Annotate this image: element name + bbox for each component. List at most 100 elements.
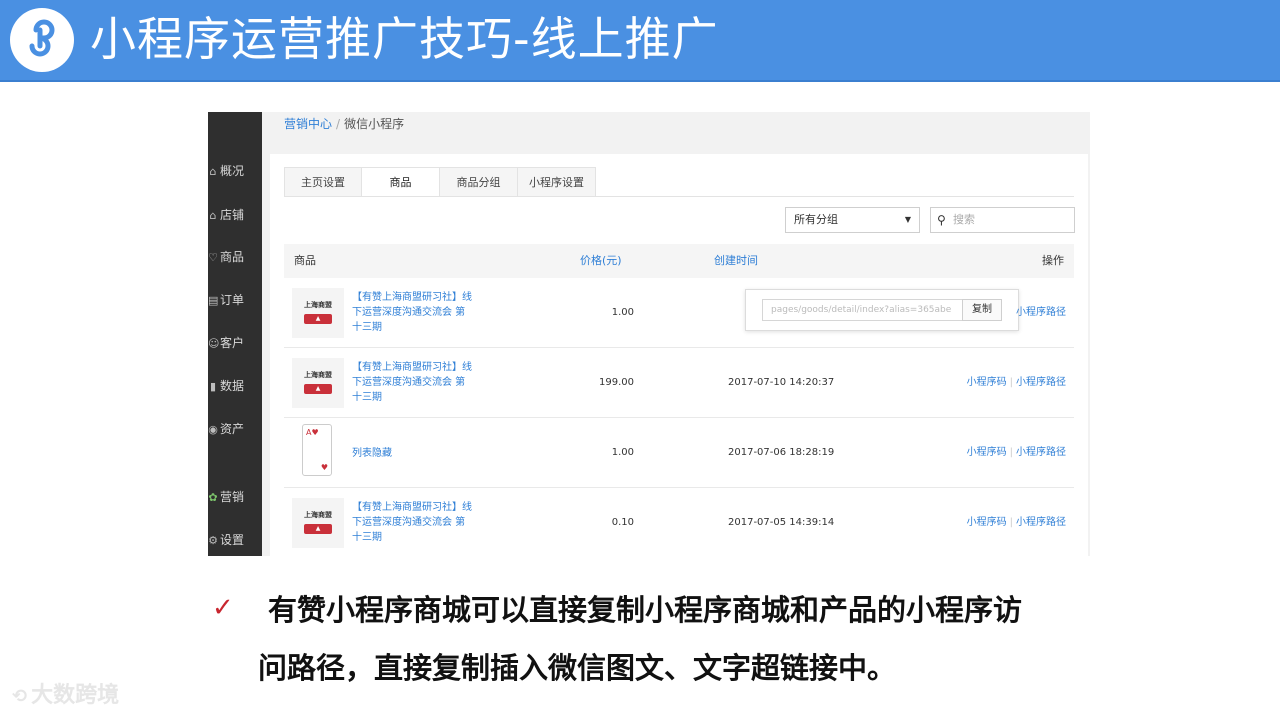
mini-program-path-field[interactable]: pages/goods/detail/index?alias=365abe xyxy=(762,299,964,321)
mini-program-path-link[interactable]: 小程序路径 xyxy=(1016,447,1066,458)
product-name-link[interactable]: 【有赞上海商盟研习社】线下运营深度沟通交流会 第十三期 xyxy=(352,360,472,405)
column-header-created-time[interactable]: 创建时间 xyxy=(714,244,758,278)
sidebar-item-customers[interactable]: ☺客户 xyxy=(208,332,262,354)
sidebar-item-label: 客户 xyxy=(220,336,245,350)
search-placeholder: 搜索 xyxy=(953,213,975,226)
product-thumbnail: 上海商盟 ▲ xyxy=(292,288,344,338)
action-divider: | xyxy=(1009,377,1013,388)
mini-program-path-link[interactable]: 小程序路径 xyxy=(1016,377,1066,388)
sidebar-item-label: 订单 xyxy=(220,293,245,307)
mini-program-path-link[interactable]: 小程序路径 xyxy=(1016,307,1066,318)
path-copy-popover: pages/goods/detail/index?alias=365abe 复制 xyxy=(745,289,1019,331)
row-actions: 小程序码 | 小程序路径 xyxy=(967,445,1066,460)
table-row: 上海商盟 ▲ 【有赞上海商盟研习社】线下运营深度沟通交流会 第十三期 199.0… xyxy=(284,348,1074,418)
checkmark-icon: ✓ xyxy=(212,593,234,623)
watermark: ⟲ 大数跨境 xyxy=(12,680,119,713)
table-header: 商品 价格(元) 创建时间 操作 xyxy=(284,244,1074,278)
playing-card-thumbnail: A♥ ♥ xyxy=(302,424,332,476)
sidebar-item-settings[interactable]: ⚙ 设置 xyxy=(208,529,262,551)
tab-mini-program-settings[interactable]: 小程序设置 xyxy=(517,167,596,197)
mini-program-logo-icon xyxy=(10,8,74,72)
product-created-time: 2017-07-05 14:39:14 xyxy=(728,517,835,528)
product-name-link[interactable]: 列表隐藏 xyxy=(352,446,472,461)
content-panel: 主页设置 商品 商品分组 小程序设置 所有分组 ▼ ⚲ 搜索 商品 价格(元) … xyxy=(270,154,1088,556)
caption-line-1: 有赞小程序商城可以直接复制小程序商城和产品的小程序访 xyxy=(268,593,1023,627)
store-icon: ⌂ xyxy=(209,209,217,222)
mini-program-code-link[interactable]: 小程序码 xyxy=(967,447,1007,458)
breadcrumb: 营销中心 / 微信小程序 xyxy=(284,116,404,132)
copy-button[interactable]: 复制 xyxy=(962,299,1002,321)
product-price: 199.00 xyxy=(599,377,634,388)
order-icon: ▤ xyxy=(208,294,219,307)
sidebar-item-label: 店铺 xyxy=(220,208,245,222)
tab-goods-groups[interactable]: 商品分组 xyxy=(439,167,518,197)
sidebar: ⌂ 概况 ⌂ 店铺 ♡ 商品 ▤ 订单 ☺客户 ▮ 数据 ◉ 资产 ✿ 营销 ⚙ 设置 xyxy=(208,112,262,556)
sidebar-item-label: 数据 xyxy=(220,379,245,393)
home-icon: ⌂ xyxy=(209,165,217,178)
product-price: 1.00 xyxy=(611,307,634,318)
table-row: 上海商盟 ▲ 【有赞上海商盟研习社】线下运营深度沟通交流会 第十三期 0.10 … xyxy=(284,488,1074,556)
tag-icon: ♡ xyxy=(208,251,218,264)
settings-icon: ⚙ xyxy=(208,534,218,547)
thumbnail-badge: ▲ xyxy=(304,384,332,394)
search-input[interactable]: ⚲ 搜索 xyxy=(930,207,1075,233)
product-created-time: 2017-07-06 18:28:19 xyxy=(728,447,835,458)
product-name-link[interactable]: 【有赞上海商盟研习社】线下运营深度沟通交流会 第十三期 xyxy=(352,290,472,335)
breadcrumb-link-marketing[interactable]: 营销中心 xyxy=(284,117,332,131)
sidebar-item-label: 资产 xyxy=(220,422,245,436)
chart-icon: ▮ xyxy=(209,380,217,393)
sidebar-item-overview[interactable]: ⌂ 概况 xyxy=(208,160,262,182)
tab-home-settings[interactable]: 主页设置 xyxy=(284,167,362,197)
card-suit-icon: ♥ xyxy=(320,463,328,472)
thumbnail-label: 上海商盟 xyxy=(304,511,332,519)
product-thumbnail: 上海商盟 ▲ xyxy=(292,358,344,408)
table-row: A♥ ♥ 列表隐藏 1.00 2017-07-06 18:28:19 小程序码 |… xyxy=(284,418,1074,488)
caption-line-2: 问路径，直接复制插入微信图文、文字超链接中。 xyxy=(258,651,897,685)
product-price: 1.00 xyxy=(611,447,634,458)
tab-divider xyxy=(284,196,1074,197)
mini-program-path-link[interactable]: 小程序路径 xyxy=(1016,517,1066,528)
thumbnail-badge: ▲ xyxy=(304,314,332,324)
sidebar-item-store[interactable]: ⌂ 店铺 xyxy=(208,204,262,226)
thumbnail-label: 上海商盟 xyxy=(304,371,332,379)
sidebar-item-label: 营销 xyxy=(220,490,245,504)
breadcrumb-separator: / xyxy=(336,117,341,131)
column-header-goods: 商品 xyxy=(294,254,316,267)
product-name-link[interactable]: 【有赞上海商盟研习社】线下运营深度沟通交流会 第十三期 xyxy=(352,500,472,545)
thumbnail-label: 上海商盟 xyxy=(304,301,332,309)
sidebar-item-goods[interactable]: ♡ 商品 xyxy=(208,246,262,268)
marketing-icon: ✿ xyxy=(208,491,218,504)
thumbnail-badge: ▲ xyxy=(304,524,332,534)
sidebar-item-assets[interactable]: ◉ 资产 xyxy=(208,418,262,440)
search-icon: ⚲ xyxy=(937,213,946,227)
asset-icon: ◉ xyxy=(208,423,218,436)
column-header-actions: 操作 xyxy=(1042,254,1064,267)
tab-goods[interactable]: 商品 xyxy=(361,167,440,197)
row-actions: 小程序码 | 小程序路径 xyxy=(967,375,1066,390)
sidebar-item-orders[interactable]: ▤ 订单 xyxy=(208,289,262,311)
watermark-text: 大数跨境 xyxy=(31,683,120,708)
admin-screenshot: ⌂ 概况 ⌂ 店铺 ♡ 商品 ▤ 订单 ☺客户 ▮ 数据 ◉ 资产 ✿ 营销 ⚙ 设置 营销中心… xyxy=(208,112,1090,556)
table-row: 上海商盟 ▲ 【有赞上海商盟研习社】线下运营深度沟通交流会 第十三期 1.00 … xyxy=(284,278,1074,348)
mini-program-code-link[interactable]: 小程序码 xyxy=(967,517,1007,528)
product-created-time: 2017-07-10 14:20:37 xyxy=(728,377,835,388)
watermark-logo-icon: ⟲ xyxy=(12,686,28,707)
sidebar-item-data[interactable]: ▮ 数据 xyxy=(208,375,262,397)
column-header-price[interactable]: 价格(元) xyxy=(580,244,622,278)
row-actions: 小程序码 | 小程序路径 xyxy=(967,515,1066,530)
sidebar-item-label: 设置 xyxy=(220,533,245,547)
group-select-value: 所有分组 xyxy=(794,213,838,226)
product-price: 0.10 xyxy=(611,517,634,528)
mini-program-code-link[interactable]: 小程序码 xyxy=(967,377,1007,388)
action-divider: | xyxy=(1009,517,1013,528)
caret-down-icon: ▼ xyxy=(904,215,911,224)
sidebar-item-label: 概况 xyxy=(220,164,245,178)
product-thumbnail: 上海商盟 ▲ xyxy=(292,498,344,548)
group-select[interactable]: 所有分组 ▼ xyxy=(785,207,920,233)
customer-icon: ☺ xyxy=(208,337,220,350)
card-suit-icon: A♥ xyxy=(306,428,319,437)
action-divider: | xyxy=(1009,447,1013,458)
sidebar-item-marketing[interactable]: ✿ 营销 xyxy=(208,486,262,508)
row-actions: 小程序路径 xyxy=(1016,305,1066,320)
slide-title: 小程序运营推广技巧-线上推广 xyxy=(90,12,719,66)
